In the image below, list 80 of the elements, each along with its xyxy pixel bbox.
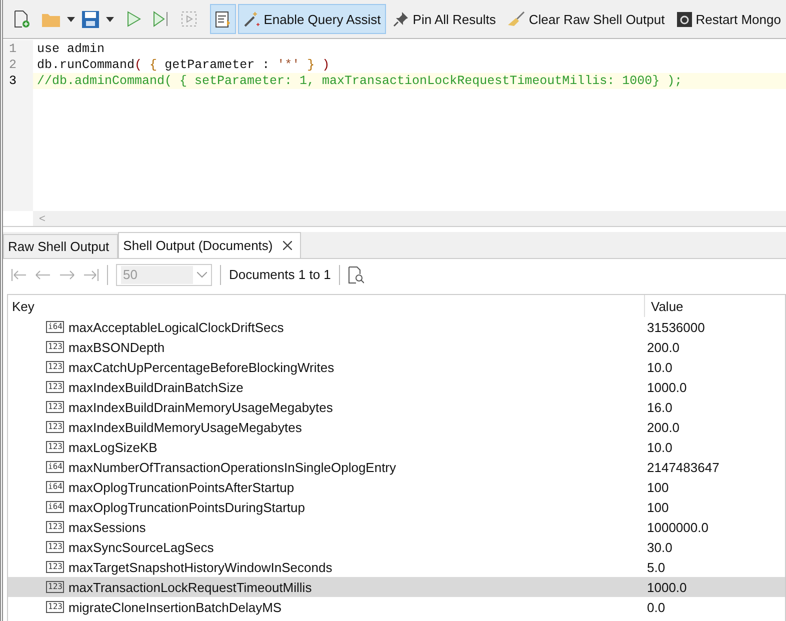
key-cell: maxSyncSourceLagSecs bbox=[68, 540, 214, 554]
output-tab[interactable]: Raw Shell Output bbox=[3, 234, 118, 258]
line-number: 3 bbox=[8, 73, 18, 89]
table-row[interactable]: 123 maxTransactionLockRequestTimeoutMillis 1000.0 bbox=[8, 577, 785, 597]
pin-results-button[interactable]: Pin All Results bbox=[388, 4, 501, 34]
close-icon[interactable] bbox=[282, 241, 292, 250]
value-cell-text: 1000.0 bbox=[646, 380, 688, 394]
type-icon: 123 bbox=[46, 581, 64, 593]
value-cell-text: 31536000 bbox=[646, 320, 706, 334]
value-cell-text: 100 bbox=[646, 500, 670, 514]
type-icon: i64 bbox=[46, 321, 64, 333]
key-cell: maxCatchUpPercentageBeforeBlockingWrites bbox=[68, 360, 334, 374]
line-number: 2 bbox=[8, 57, 18, 73]
value-cell-text: 5.0 bbox=[646, 560, 666, 574]
value-cell-text: 16.0 bbox=[646, 400, 674, 414]
dropdown-caret-icon[interactable] bbox=[67, 16, 75, 22]
key-cell: maxOplogTruncationPointsDuringStartup bbox=[68, 500, 305, 514]
last-page-icon[interactable] bbox=[83, 268, 99, 280]
key-cell: maxNumberOfTransactionOperationsInSingleOplogEntry bbox=[68, 460, 396, 474]
value-cell-text: 100 bbox=[646, 480, 670, 494]
line-number: 1 bbox=[8, 41, 18, 57]
key-cell: maxIndexBuildDrainBatchSize bbox=[68, 380, 244, 394]
dropdown-caret-icon[interactable] bbox=[106, 16, 114, 22]
code-line: db.runCommand( { getParameter : '*' } ) bbox=[36, 57, 331, 73]
pin-icon bbox=[392, 11, 409, 27]
restart-button[interactable]: Restart Mongo bbox=[672, 4, 786, 34]
document-search-icon[interactable] bbox=[348, 266, 364, 284]
value-cell-text: 10.0 bbox=[646, 360, 674, 374]
type-icon: 123 bbox=[46, 441, 64, 453]
key-cell: maxAcceptableLogicalClockDriftSecs bbox=[68, 320, 284, 334]
output-tab[interactable]: Shell Output (Documents) bbox=[118, 232, 301, 258]
column-header[interactable]: Key bbox=[8, 295, 644, 317]
first-page-icon[interactable] bbox=[11, 268, 27, 280]
query-assist-button[interactable]: Enable Query Assist bbox=[238, 4, 386, 34]
key-cell: maxTransactionLockRequestTimeoutMillis bbox=[68, 580, 312, 594]
new-file-icon bbox=[14, 10, 30, 28]
broom-icon bbox=[508, 11, 525, 27]
value-cell-text: 0.0 bbox=[646, 600, 666, 614]
list-icon bbox=[214, 10, 231, 28]
type-icon: 123 bbox=[46, 561, 64, 573]
play-icon bbox=[126, 11, 141, 27]
type-icon: i64 bbox=[46, 501, 64, 513]
value-cell-text: 2147483647 bbox=[646, 460, 720, 474]
value-cell-text: 30.0 bbox=[646, 540, 674, 554]
clear-output-button[interactable]: Clear Raw Shell Output bbox=[502, 4, 670, 34]
previous-page-icon[interactable] bbox=[35, 268, 51, 280]
type-icon: 123 bbox=[46, 521, 64, 533]
type-icon: i64 bbox=[46, 481, 64, 493]
value-cell-text: 200.0 bbox=[646, 340, 681, 354]
key-cell: maxSessions bbox=[68, 520, 146, 534]
value-cell-text: 1000.0 bbox=[646, 580, 688, 594]
key-cell: maxIndexBuildMemoryUsageMegabytes bbox=[68, 420, 302, 434]
value-cell-text: 10.0 bbox=[646, 440, 674, 454]
save-icon bbox=[82, 10, 99, 28]
next-page-icon[interactable] bbox=[59, 268, 75, 280]
type-icon: 123 bbox=[46, 401, 64, 413]
value-cell-text: 200.0 bbox=[646, 420, 681, 434]
type-icon: 123 bbox=[46, 341, 64, 353]
value-cell-text: 1000000.0 bbox=[646, 520, 710, 534]
type-icon: i64 bbox=[46, 461, 64, 473]
type-icon: 123 bbox=[46, 541, 64, 553]
step-icon bbox=[152, 11, 169, 27]
key-cell: maxLogSizeKB bbox=[68, 440, 158, 454]
key-cell: maxOplogTruncationPointsAfterStartup bbox=[68, 480, 294, 494]
code-line: use admin bbox=[36, 41, 106, 57]
documents-range: Documents 1 to 1 bbox=[229, 267, 331, 282]
key-cell: maxIndexBuildDrainMemoryUsageMegabytes bbox=[68, 400, 333, 414]
type-icon: 123 bbox=[46, 381, 64, 393]
type-icon: 123 bbox=[46, 601, 64, 613]
type-icon: 123 bbox=[46, 361, 64, 373]
query-assist-toggle-button[interactable] bbox=[210, 4, 236, 34]
restart-icon bbox=[676, 12, 692, 26]
chevron-down-icon[interactable] bbox=[197, 272, 207, 278]
folder-icon bbox=[42, 12, 60, 26]
magic-wand-icon bbox=[242, 10, 260, 28]
key-cell: maxTargetSnapshotHistoryWindowInSeconds bbox=[68, 560, 332, 574]
key-cell: migrateCloneInsertionBatchDelayMS bbox=[68, 600, 282, 614]
key-cell: maxBSONDepth bbox=[68, 340, 165, 354]
type-icon: 123 bbox=[46, 421, 64, 433]
step-box-icon bbox=[180, 11, 197, 27]
